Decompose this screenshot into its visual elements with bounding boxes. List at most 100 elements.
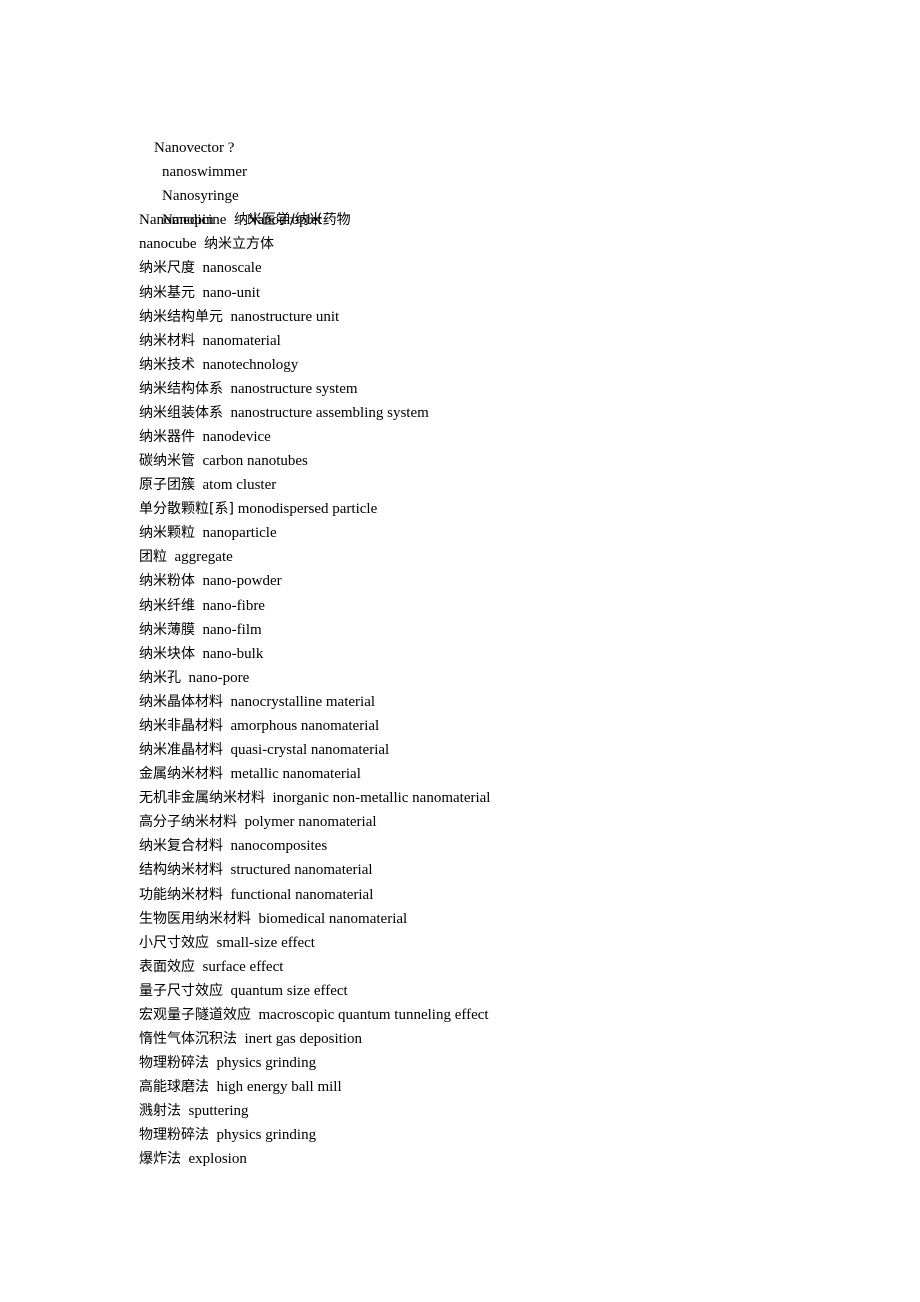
term-chinese: 物理粉碎法 [139,1055,209,1072]
term-separator [223,309,231,325]
document-page: Nanovector ? nanoswimmer Nanosyringe Nan… [139,112,839,1171]
term-chinese: 物理粉碎法 [139,1127,209,1144]
term-chinese: 小尺寸效应 [139,934,209,951]
term-english: nanostructure system [230,380,358,397]
term-english: functional nanomaterial [230,886,374,903]
term-separator [195,622,203,638]
term-separator [223,381,231,397]
term-chinese: 纳米组装体系 [139,404,223,421]
glossary-entry: 纳米结构单元 nanostructure unit [139,305,839,329]
term-english: surface effect [202,958,284,975]
term-separator [223,694,231,710]
term-separator [209,935,217,951]
term-chinese: 单分散颗粒[系] [139,501,234,518]
term-chinese: 溅射法 [139,1103,181,1120]
term-english: inorganic non-metallic nanomaterial [272,790,491,807]
glossary-entry: 纳米器件 nanodevice [139,425,839,449]
term-separator [195,959,203,975]
term-english: nanocrystalline material [230,693,376,710]
term-chinese: 惰性气体沉积法 [139,1030,237,1047]
term-chinese: 纳米尺度 [139,260,195,277]
term-chinese: 原子团簇 [139,477,195,494]
term-chinese: 纳米颗粒 [139,525,195,542]
term-separator [223,718,231,734]
term-chinese: 纳米准晶材料 [139,742,223,759]
glossary-list: Nanomedicine 纳米医学/纳米药物 nanocube 纳米立方体纳米尺度… [139,208,839,1171]
glossary-entry: 碳纳米管 carbon nanotubes [139,449,839,473]
term-chinese: 金属纳米材料 [139,766,223,783]
term-english: nanotechnology [202,356,299,373]
term-english: metallic nanomaterial [230,766,361,783]
glossary-entry: 物理粉碎法 physics grinding [139,1051,839,1075]
term-chinese: 爆炸法 [139,1151,181,1168]
term-english: high energy ball mill [216,1079,342,1096]
glossary-entry: 惰性气体沉积法 inert gas deposition [139,1027,839,1051]
glossary-entry: 单分散颗粒[系] monodispersed particle [139,497,839,521]
term-chinese: 纳米结构体系 [139,380,223,397]
term-english: aggregate [174,549,233,566]
term-english: monodispersed particle [237,501,378,518]
term-english: quantum size effect [230,982,348,999]
term-separator [223,983,231,999]
glossary-entry: 纳米准晶材料 quasi-crystal nanomaterial [139,738,839,762]
glossary-entry: 无机非金属纳米材料 inorganic non-metallic nanomat… [139,786,839,810]
glossary-entry: 纳米材料 nanomaterial [139,329,839,353]
term-separator [195,357,203,373]
glossary-entry: 原子团簇 atom cluster [139,473,839,497]
term-chinese: 纳米材料 [139,332,195,349]
term-separator [181,670,189,686]
glossary-entry: 功能纳米材料 functional nanomaterial [139,883,839,907]
line-text: nanoswimmer [162,164,247,181]
header-line-nanovector: Nanovector ? [139,112,839,156]
term-chinese: 碳纳米管 [139,453,195,470]
term-english: nanostructure assembling system [230,404,429,421]
term-separator [209,1127,217,1143]
term-english: carbon nanotubes [202,453,308,470]
glossary-entry: 纳米纤维 nano-fibre [139,594,839,618]
term-english: nano-pore [188,669,250,686]
term-english: polymer nanomaterial [244,814,377,831]
term-english: nano-bulk [202,645,264,662]
term-chinese: 纳米非晶材料 [139,717,223,734]
glossary-entry: 溅射法 sputtering [139,1099,839,1123]
term-english: Nanomedicine [139,212,227,229]
term-separator [209,1079,217,1095]
glossary-entry: 爆炸法 explosion [139,1147,839,1171]
term-chinese: 高分子纳米材料 [139,814,237,831]
term-english: inert gas deposition [244,1030,362,1047]
term-english: structured nanomaterial [230,862,373,879]
term-english: macroscopic quantum tunneling effect [258,1006,489,1023]
glossary-entry: 宏观量子隧道效应 macroscopic quantum tunneling e… [139,1003,839,1027]
term-chinese: 纳米粉体 [139,573,195,590]
term-chinese: 功能纳米材料 [139,886,223,903]
term-chinese: 纳米立方体 [203,236,274,253]
term-separator [251,911,259,927]
term-separator [237,1031,245,1047]
term-chinese: 表面效应 [139,958,195,975]
term-chinese: 无机非金属纳米材料 [139,790,265,807]
glossary-entry: 纳米技术 nanotechnology [139,353,839,377]
term-chinese: 纳米纤维 [139,597,195,614]
glossary-entry: 高能球磨法 high energy ball mill [139,1075,839,1099]
term-separator [195,285,203,301]
glossary-entry: nanocube 纳米立方体 [139,232,839,256]
glossary-entry: 量子尺寸效应 quantum size effect [139,979,839,1003]
term-separator [223,887,231,903]
term-english: nano-powder [202,573,282,590]
term-english: sputtering [188,1103,249,1120]
term-chinese: 纳米薄膜 [139,621,195,638]
term-chinese: 纳米孔 [139,669,181,686]
term-chinese: 生物医用纳米材料 [139,910,251,927]
term-separator [195,477,203,493]
glossary-entry: 纳米基元 nano-unit [139,281,839,305]
term-separator [223,862,231,878]
term-english: nanostructure unit [230,308,340,325]
term-chinese: 纳米晶体材料 [139,693,223,710]
term-chinese: 高能球磨法 [139,1079,209,1096]
term-separator [195,429,203,445]
term-english: nanodevice [202,429,271,446]
glossary-entry: 结构纳米材料 structured nanomaterial [139,858,839,882]
term-chinese: 纳米基元 [139,284,195,301]
term-separator [251,1007,259,1023]
glossary-entry: Nanomedicine 纳米医学/纳米药物 [139,208,839,232]
